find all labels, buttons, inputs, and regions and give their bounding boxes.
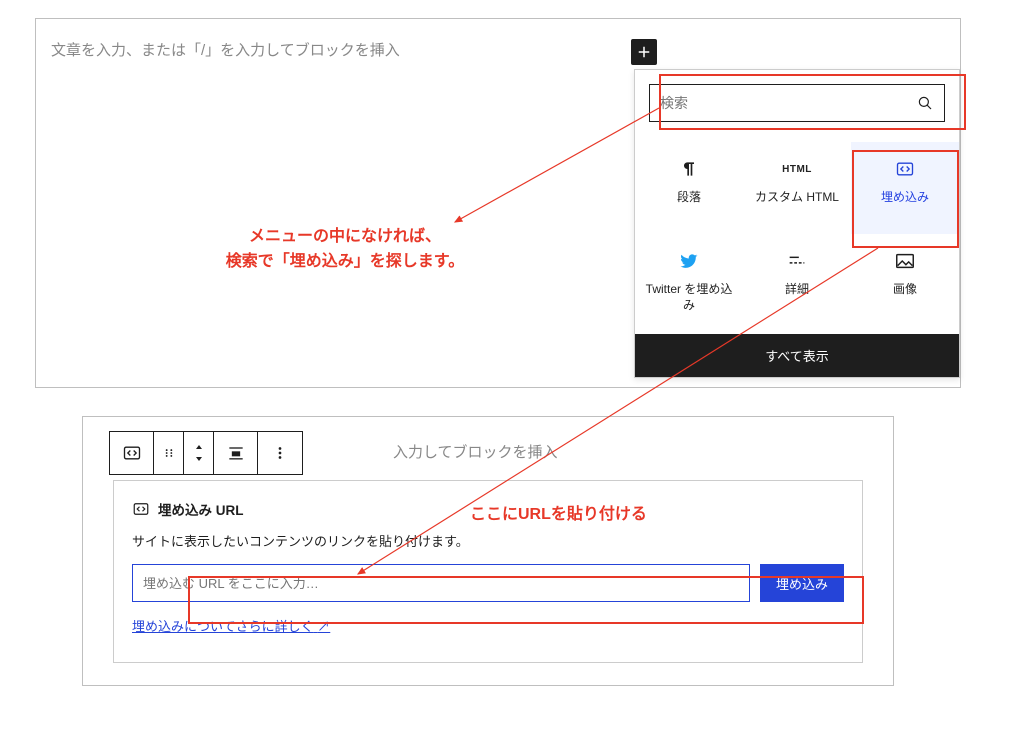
block-item-custom-html[interactable]: HTML カスタム HTML	[743, 142, 851, 234]
drag-icon	[162, 446, 176, 460]
embed-description: サイトに表示したいコンテンツのリンクを貼り付けます。	[132, 531, 844, 550]
block-item-paragraph[interactable]: 段落	[635, 142, 743, 234]
embed-heading: 埋め込み URL	[132, 499, 844, 519]
toolbar-move-buttons[interactable]	[184, 432, 214, 474]
toolbar-drag-handle[interactable]	[154, 432, 184, 474]
toolbar-embed-icon-button[interactable]	[110, 432, 154, 474]
embed-card: 埋め込み URL サイトに表示したいコンテンツのリンクを貼り付けます。 埋め込み…	[113, 480, 863, 663]
block-item-image[interactable]: 画像	[851, 234, 959, 326]
block-label: 埋め込み	[875, 190, 935, 206]
inserter-search-wrap	[635, 70, 959, 136]
block-label: Twitter を埋め込み	[635, 282, 743, 313]
external-arrow-icon: ↗	[317, 619, 330, 634]
editor-placeholder: 文章を入力、または「/」を入力してブロックを挿入	[51, 39, 400, 60]
toolbar-more-button[interactable]	[258, 432, 302, 474]
embed-heading-text: 埋め込み URL	[158, 499, 244, 519]
block-toolbar	[109, 431, 303, 475]
plus-icon	[635, 43, 653, 61]
search-input[interactable]	[660, 95, 893, 111]
embed-url-row: 埋め込み	[132, 564, 844, 602]
embed-icon	[132, 500, 150, 518]
search-box	[649, 84, 945, 122]
embed-submit-button[interactable]: 埋め込み	[760, 564, 844, 602]
block-label: 画像	[887, 282, 923, 298]
image-icon	[894, 250, 916, 272]
block-item-more[interactable]: 詳細	[743, 234, 851, 326]
embed-icon	[122, 443, 142, 463]
block-label: カスタム HTML	[749, 190, 845, 206]
editor-and-inserter-panel: 文章を入力、または「/」を入力してブロックを挿入 段落	[35, 18, 961, 388]
block-item-twitter-embed[interactable]: Twitter を埋め込み	[635, 234, 743, 326]
align-icon	[226, 443, 246, 463]
twitter-icon	[678, 250, 700, 272]
embed-learn-more-link[interactable]: 埋め込みについてさらに詳しく ↗	[132, 616, 330, 635]
more-icon	[786, 250, 808, 272]
block-label: 詳細	[779, 282, 815, 298]
editor-behind-placeholder: 入力してブロックを挿入	[393, 441, 558, 462]
block-label: 段落	[671, 190, 707, 206]
show-all-button[interactable]: すべて表示	[635, 334, 959, 377]
kebab-icon	[271, 444, 289, 462]
block-item-embed[interactable]: 埋め込み	[851, 142, 959, 234]
blocks-grid: 段落 HTML カスタム HTML 埋め込み Twitter を埋め込み	[635, 136, 959, 334]
embed-icon	[894, 158, 916, 180]
embed-url-input[interactable]	[132, 564, 750, 602]
html-icon: HTML	[786, 158, 808, 180]
paragraph-icon	[678, 158, 700, 180]
toolbar-align-button[interactable]	[214, 432, 258, 474]
search-icon	[916, 94, 934, 112]
block-inserter-popover: 段落 HTML カスタム HTML 埋め込み Twitter を埋め込み	[634, 69, 960, 378]
learn-more-text: 埋め込みについてさらに詳しく	[132, 619, 314, 634]
embed-block-panel: 入力してブロックを挿入 埋め込み URL サイトに表示したいコンテンツのリンクを…	[82, 416, 894, 686]
add-block-button[interactable]	[631, 39, 657, 65]
move-up-down-icon	[193, 443, 205, 463]
